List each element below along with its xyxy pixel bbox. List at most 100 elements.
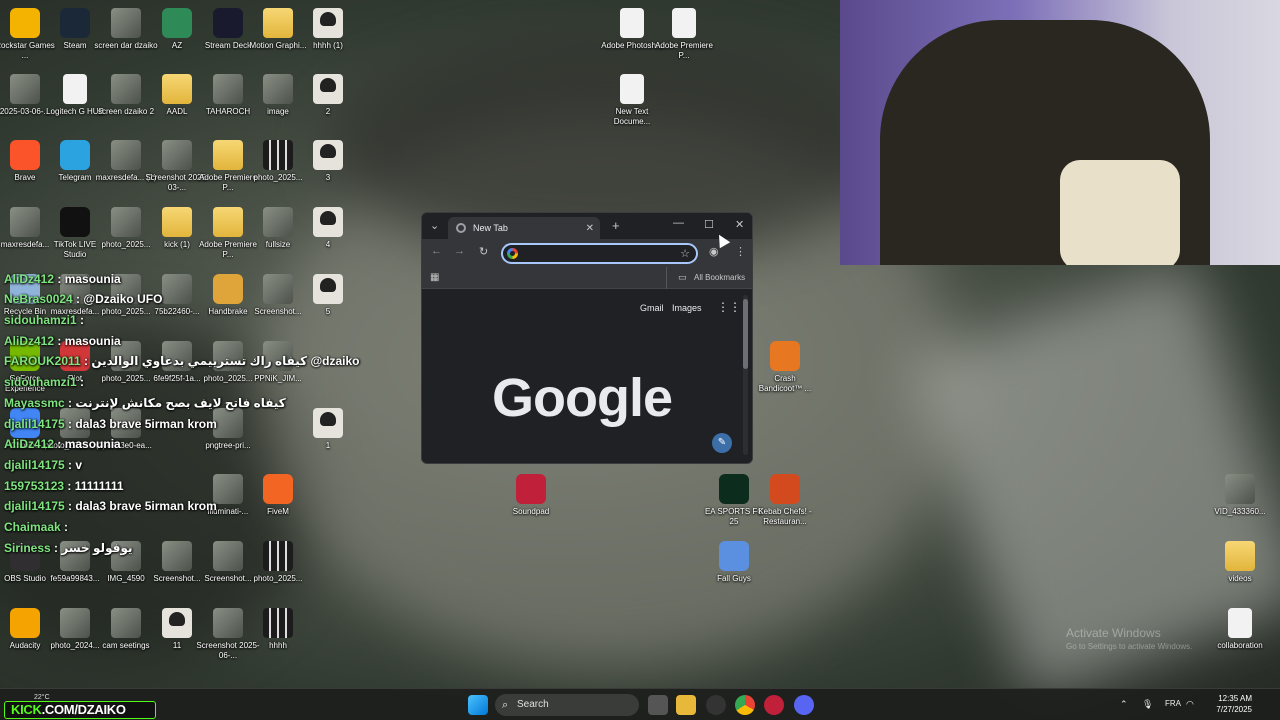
audacity-icon [10,608,40,638]
scrollbar-thumb[interactable] [743,299,748,369]
folder-icon [263,8,293,38]
document-icon [672,8,696,38]
taskbar-search[interactable]: ⌕ Search [495,694,639,716]
desktop-icon[interactable]: videos [1207,541,1273,584]
chat-username: AliDz412 [4,334,55,348]
chat-username: sidouhamzi1 [4,375,77,389]
image-icon [111,207,141,237]
soundpad-taskbar-icon[interactable] [764,695,784,715]
desktop-icon[interactable]: Adobe Premiere P... [651,8,717,61]
desktop-icon[interactable]: collaboration [1207,608,1273,651]
desktop-icon[interactable]: Soundpad [498,474,564,517]
close-window-icon[interactable]: ✕ [735,218,744,231]
avatar-image-icon [313,140,343,170]
chat-username: djalil14175 [4,499,65,513]
desktop-icon[interactable]: Kebab Chefs! - Restauran... [752,474,818,527]
tab-title: New Tab [473,223,508,233]
customize-pencil-icon[interactable]: ✎ [712,433,732,453]
chrome-taskbar-icon[interactable] [735,695,755,715]
system-clock[interactable]: 12:35 AM 7/27/2025 [1196,693,1252,715]
profile-icon[interactable]: ◉ [709,245,719,258]
google-logo: Google [492,368,673,428]
close-tab-icon[interactable]: ✕ [586,223,594,234]
desktop-icon[interactable]: hhhh [245,608,311,651]
tab-search-chevron-icon[interactable]: ⌄ [430,219,439,232]
menu-kebab-icon[interactable]: ⋮ [735,245,746,258]
apps-grid-icon[interactable]: ▦ [430,272,439,283]
desktop-icon-label: FiveM [267,507,289,516]
discord-taskbar-icon[interactable] [794,695,814,715]
folder-icon [213,207,243,237]
forward-icon[interactable]: → [454,245,465,257]
new-tab-button[interactable]: + [612,218,620,233]
start-button-windows-icon[interactable] [468,695,488,715]
desktop-icon[interactable]: 1 [295,408,361,451]
desktop-icon[interactable]: photo_2025... [245,541,311,584]
all-bookmarks-button[interactable]: All Bookmarks [694,273,745,282]
desktop-icon-label: collaboration [1217,641,1263,650]
desktop-icon[interactable]: VID_433360... [1207,474,1273,517]
chat-username: Siriness [4,541,51,555]
watermark-title: Activate Windows [1066,626,1161,640]
image-icon [213,541,243,571]
back-icon[interactable]: ← [431,245,442,257]
browser-window[interactable]: ⌄ New Tab ✕ + — ☐ ✕ ← → ↻ ☆ ◉ ⋮ ▦ ▭ All … [421,212,753,464]
avatar-image-icon [313,408,343,438]
weather-widget[interactable]: 22°C [34,694,50,701]
chat-username: djalil14175 [4,458,65,472]
desktop-icon-label: 2 [325,107,331,116]
bookmark-star-icon[interactable]: ☆ [680,247,690,260]
google-apps-icon[interactable]: ⋮⋮ [717,300,741,314]
maximize-icon[interactable]: ☐ [704,218,714,231]
chat-username: NeBras0024 [4,292,73,306]
desktop-icon[interactable]: 4 [295,207,361,250]
tab-new-tab[interactable]: New Tab ✕ [448,217,600,239]
file-explorer-icon[interactable] [676,695,696,715]
image-icon [162,541,192,571]
browser-toolbar: ← → ↻ ☆ ◉ ⋮ [422,239,752,267]
reload-icon[interactable]: ↻ [479,245,488,258]
minimize-icon[interactable]: — [673,217,684,229]
desktop-icon[interactable]: FiveM [245,474,311,517]
bookmarks-divider [666,267,667,289]
desktop-icon-label: videos [1228,574,1252,583]
desktop-icon[interactable]: 2 [295,74,361,117]
soundpad-icon [516,474,546,504]
language-indicator[interactable]: FRA [1165,699,1181,708]
chat-text: : masounia [54,272,121,286]
chat-text: : [60,520,69,534]
images-link[interactable]: Images [672,303,702,313]
chat-message: Chaimaak : [4,520,68,535]
desktop-icon-label: New Text Docume... [613,107,651,126]
chrome-tab-icon [456,223,466,233]
desktop-icon-label: hhhh (1) [313,41,343,50]
chat-username: FAROUK2011 [4,354,81,368]
microphone-icon[interactable]: 🎙 [1142,699,1153,710]
desktop-icon[interactable]: 3 [295,140,361,183]
desktop-icon-label: Crash Bandicoot™ ... [758,374,812,393]
desktop-icon[interactable]: Crash Bandicoot™ ... [752,341,818,394]
scrollbar[interactable] [743,295,748,455]
activate-windows-watermark: Activate Windows Go to Settings to activ… [1066,626,1192,651]
chat-message: sidouhamzi1 : [4,313,84,328]
avatar-image-icon [313,8,343,38]
address-bar[interactable]: ☆ [501,243,698,264]
image-icon [263,207,293,237]
folder-icon [162,74,192,104]
gmail-link[interactable]: Gmail [640,303,664,313]
task-view-icon[interactable] [648,695,668,715]
kebab-chefs-icon [770,474,800,504]
tray-chevron-icon[interactable]: ⌃ [1120,699,1128,710]
desktop-icon-label: PPNiK_JIM... [254,374,302,383]
fc25-icon [719,474,749,504]
taskbar-app-icon[interactable] [706,695,726,715]
desktop-icon[interactable]: hhhh (1) [295,8,361,51]
desktop-icon-label: hhhh [269,641,287,650]
desktop-icon[interactable]: 5 [295,274,361,317]
desktop-icon[interactable]: Fall Guys [701,541,767,584]
desktop-icon[interactable]: New Text Docume... [599,74,665,127]
wifi-icon[interactable]: ◠ [1186,699,1194,710]
clock-time: 12:35 AM [1218,694,1252,703]
chat-message: Mayassmc : كيفاه فاتح لايف بصح مكانش لإن… [4,396,286,411]
grid-image-icon [263,608,293,638]
